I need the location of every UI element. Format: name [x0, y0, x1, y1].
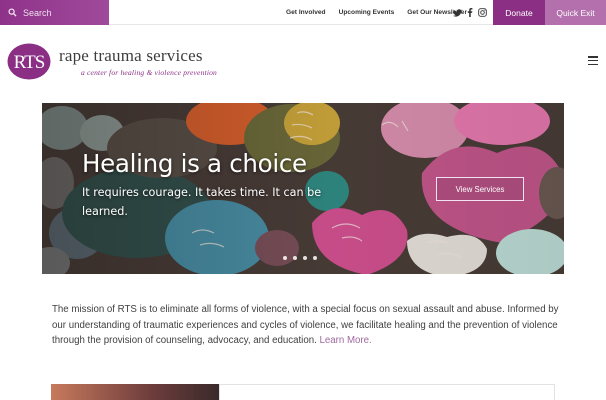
mission-statement: The mission of RTS is to eliminate all f… [52, 302, 562, 349]
logo-name: rape trauma services [59, 46, 203, 65]
donate-button[interactable]: Donate [493, 0, 545, 25]
feature-card [219, 384, 555, 400]
logo-tagline: a center for healing & violence preventi… [81, 68, 217, 77]
hero-title: Healing is a choice [82, 149, 307, 178]
slide-dot[interactable] [293, 256, 297, 260]
top-bar: Get Involved Upcoming Events Get Our New… [0, 0, 606, 25]
rts-logo-mark: RTS [7, 43, 51, 80]
get-involved-link[interactable]: Get Involved [286, 9, 326, 16]
site-logo[interactable]: RTS rape trauma services a center for he… [7, 43, 267, 83]
facebook-icon[interactable] [467, 8, 473, 17]
hero-subtitle: It requires courage. It takes time. It c… [82, 186, 322, 218]
instagram-icon[interactable] [478, 8, 487, 17]
search-box[interactable] [0, 0, 109, 25]
logo-mark-text: RTS [14, 52, 45, 73]
upcoming-events-link[interactable]: Upcoming Events [339, 9, 395, 16]
quick-exit-button[interactable]: Quick Exit [545, 0, 606, 25]
feature-card-image[interactable] [51, 384, 219, 400]
menu-icon[interactable] [588, 56, 598, 66]
twitter-icon[interactable] [453, 8, 462, 17]
search-input[interactable] [23, 7, 103, 18]
slider-dots [283, 256, 317, 260]
hero-slider: Healing is a choice It requires courage.… [42, 103, 564, 274]
slide-dot[interactable] [313, 256, 317, 260]
slide-dot[interactable] [303, 256, 307, 260]
view-services-button[interactable]: View Services [436, 177, 524, 201]
top-nav: Get Involved Upcoming Events Get Our New… [286, 0, 467, 25]
slide-dot[interactable] [283, 256, 287, 260]
learn-more-link[interactable]: Learn More. [320, 335, 372, 346]
search-icon [8, 8, 17, 17]
mission-text: The mission of RTS is to eliminate all f… [52, 304, 559, 346]
social-links [453, 0, 487, 25]
